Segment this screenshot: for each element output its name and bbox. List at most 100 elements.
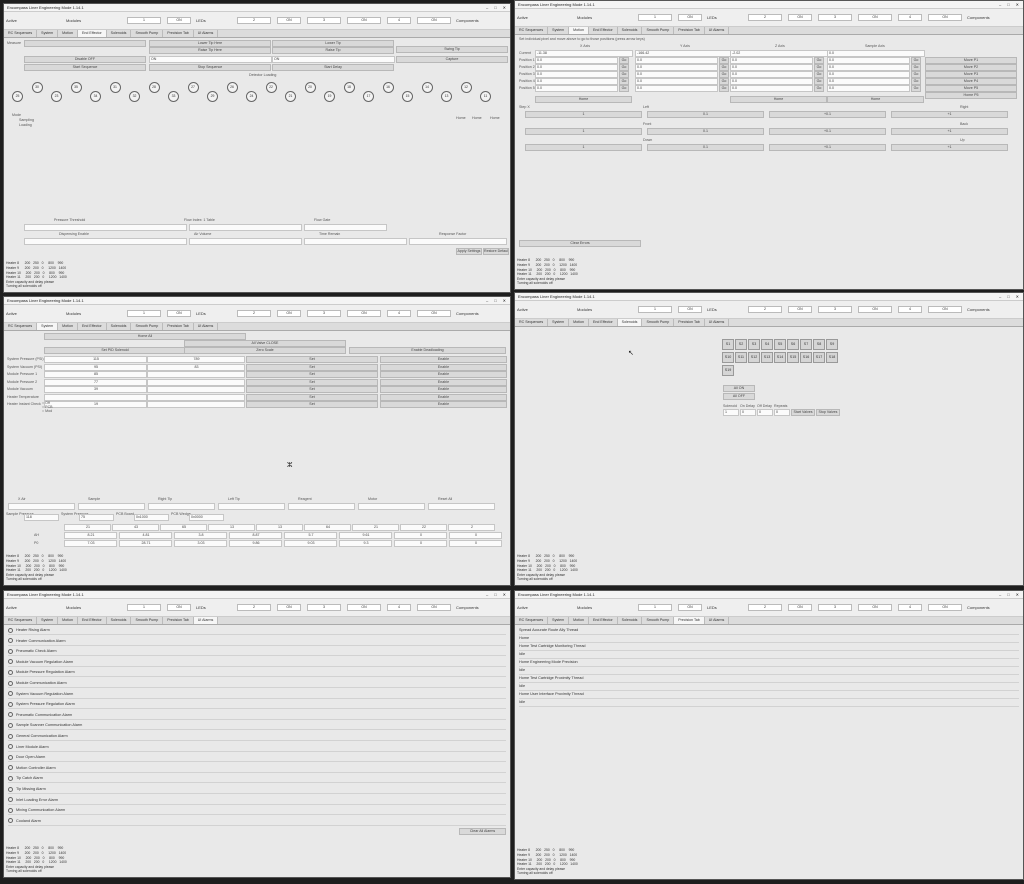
pressure-threshold-field[interactable] xyxy=(24,224,187,231)
tab-rc-sequences[interactable]: RC Sequences xyxy=(515,617,549,624)
position-value[interactable]: 0.0 xyxy=(827,71,910,78)
axis-field[interactable] xyxy=(8,503,75,510)
mode-option-loading[interactable]: Loading xyxy=(19,123,32,127)
parameter-setpoint[interactable]: 95 xyxy=(44,363,147,371)
solenoid-toggle[interactable]: S10 xyxy=(722,352,734,363)
tab-ui-alarms[interactable]: UI Alarms xyxy=(193,617,219,624)
tab-system[interactable]: System xyxy=(548,319,570,326)
tube-position-circle[interactable]: 16 xyxy=(382,82,394,93)
maximize-icon[interactable]: □ xyxy=(494,5,496,10)
go-button[interactable]: Go xyxy=(619,64,629,71)
position-value[interactable]: 0.0 xyxy=(635,78,718,85)
position-value[interactable]: 0.0 xyxy=(827,64,910,71)
tab-solenoids[interactable]: Solenoids xyxy=(107,617,132,624)
tab-motion[interactable]: Motion xyxy=(58,617,78,624)
tube-position-circle[interactable]: 27 xyxy=(187,82,199,93)
tab-end-effector[interactable]: End Effector xyxy=(77,30,107,37)
tab-rc-sequences[interactable]: RC Sequences xyxy=(4,30,38,37)
solenoid-toggle[interactable]: S16 xyxy=(800,352,812,363)
go-button[interactable]: Go xyxy=(911,57,921,64)
tube-position-circle[interactable]: 34 xyxy=(90,91,101,102)
tab-motion[interactable]: Motion xyxy=(569,617,589,624)
start-sequence-button[interactable]: Start Sequence xyxy=(24,64,146,71)
tab-end-effector[interactable]: End Effector xyxy=(589,617,618,624)
minimize-icon[interactable]: – xyxy=(486,5,488,10)
tab-ui-alarms[interactable]: UI Alarms xyxy=(705,319,730,326)
go-button[interactable]: Go xyxy=(719,57,729,64)
tube-position-circle[interactable]: 18 xyxy=(343,82,355,93)
go-button[interactable]: Go xyxy=(814,78,824,85)
stop-valves-button[interactable]: Stop Valves xyxy=(816,409,840,416)
tube-position-circle[interactable]: 31 xyxy=(109,82,121,93)
tube-position-circle[interactable]: 14 xyxy=(421,82,433,93)
jog-step-button[interactable]: +0.1 xyxy=(769,128,886,135)
go-button[interactable]: Go xyxy=(719,71,729,78)
close-icon[interactable]: ✕ xyxy=(1016,294,1019,299)
go-button[interactable]: Go xyxy=(814,85,824,92)
flow-gate-field[interactable] xyxy=(304,224,387,231)
stop-sequence-button[interactable]: Stop Sequence xyxy=(149,64,271,71)
tube-position-circle[interactable]: 23 xyxy=(51,91,62,102)
start-delay-button[interactable]: Start Delay xyxy=(272,64,394,71)
dispensing-enable-field[interactable] xyxy=(24,238,187,245)
minimize-icon[interactable]: – xyxy=(999,294,1001,299)
axis-field[interactable] xyxy=(428,503,495,510)
solenoid-toggle[interactable]: S11 xyxy=(735,352,747,363)
tab-system[interactable]: System xyxy=(548,617,570,624)
tab-motion[interactable]: Motion xyxy=(58,323,78,330)
go-button[interactable]: Go xyxy=(814,57,824,64)
go-button[interactable]: Go xyxy=(911,64,921,71)
tab-motion[interactable]: Motion xyxy=(569,319,589,326)
start-valves-button[interactable]: Start Valves xyxy=(791,409,815,416)
position-value[interactable]: 0.0 xyxy=(827,78,910,85)
tab-precision[interactable]: Precision Tab xyxy=(163,323,194,330)
tube-position-circle[interactable]: 29 xyxy=(207,91,218,102)
tube-position-circle[interactable]: 30 xyxy=(31,82,43,93)
solenoid-toggle[interactable]: S12 xyxy=(748,352,760,363)
move-position-button[interactable]: Move P4 xyxy=(925,78,1017,85)
flow-index-field[interactable] xyxy=(189,224,302,231)
axis-field[interactable] xyxy=(218,503,285,510)
tab-rc-sequences[interactable]: RC Sequences xyxy=(515,319,549,326)
tube-position-circle[interactable]: 26 xyxy=(226,82,238,93)
parameter-enable-button[interactable]: Enable xyxy=(380,386,507,393)
go-button[interactable]: Go xyxy=(719,78,729,85)
position-value[interactable]: 0.0 xyxy=(635,64,718,71)
tube-position-circle[interactable]: 28 xyxy=(148,82,160,93)
go-button[interactable]: Go xyxy=(911,78,921,85)
parameter-setpoint[interactable]: 115 xyxy=(44,356,147,363)
parameter-setpoint[interactable]: 85 xyxy=(44,371,147,378)
clear-errors-button[interactable]: Clear Errors xyxy=(519,240,641,247)
tube-position-circle[interactable]: 35 xyxy=(70,82,82,93)
position-value[interactable]: 0.0 xyxy=(535,71,618,78)
time-remain-field[interactable] xyxy=(304,238,407,245)
clear-all-alarms-button[interactable]: Clear All Alarms xyxy=(459,828,506,835)
set-pid-solenoid-button[interactable]: Set PID Solenoid xyxy=(44,347,186,354)
parameter-setpoint[interactable]: 19 xyxy=(44,401,147,408)
solenoid-toggle[interactable]: S8 xyxy=(813,339,825,350)
tab-solenoids[interactable]: Solenoids xyxy=(107,30,132,37)
tab-end-effector[interactable]: End Effector xyxy=(589,319,618,326)
jog-step-button[interactable]: +1 xyxy=(891,128,1008,135)
tab-precision[interactable]: Precision Tab xyxy=(163,617,194,624)
tube-position-circle[interactable]: 33 xyxy=(168,91,179,102)
tab-ui-alarms[interactable]: UI Alarms xyxy=(705,27,730,34)
tab-system[interactable]: System xyxy=(548,27,570,34)
parameter-set-button[interactable]: Set xyxy=(246,378,378,386)
disable-button[interactable]: Disable OFF xyxy=(24,56,146,63)
raise-tip-here-button[interactable]: Raise Tip Here xyxy=(149,47,271,54)
jog-step-button[interactable]: +0.1 xyxy=(769,144,886,151)
maximize-icon[interactable]: □ xyxy=(494,592,496,597)
axis-field[interactable] xyxy=(148,503,215,510)
home-z-button[interactable]: Home xyxy=(730,96,827,103)
solenoid-toggle[interactable]: S17 xyxy=(813,352,825,363)
tab-solenoids[interactable]: Solenoids xyxy=(618,617,643,624)
measure-button[interactable] xyxy=(24,40,146,47)
tube-position-circle[interactable]: 15 xyxy=(402,91,413,102)
response-factor-field[interactable] xyxy=(409,238,507,245)
heater-mode-option[interactable]: ○ Mod xyxy=(42,409,52,413)
move-position-button[interactable]: Move P2 xyxy=(925,64,1017,71)
tube-position-circle[interactable]: 19 xyxy=(324,91,335,102)
go-button[interactable]: Go xyxy=(619,85,629,92)
tab-smooth-pump[interactable]: Smooth Pump xyxy=(642,319,675,326)
